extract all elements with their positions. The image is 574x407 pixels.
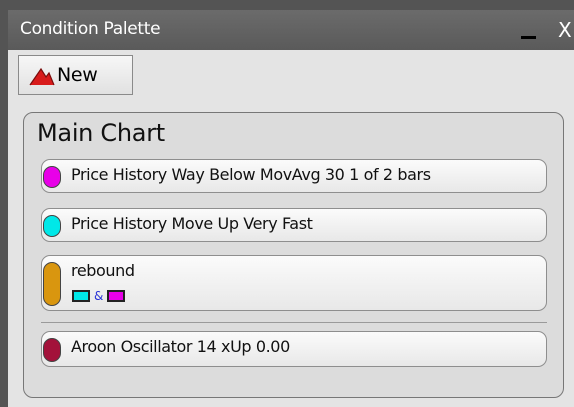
condition-label: Price History Move Up Very Fast xyxy=(71,214,313,233)
window-title: Condition Palette xyxy=(20,19,161,39)
condition-item[interactable]: Price History Way Below MovAvg 30 1 of 2… xyxy=(41,159,547,193)
combo-operator: & xyxy=(94,288,104,303)
combined-condition-indicator: & xyxy=(72,288,126,303)
condition-label: Price History Way Below MovAvg 30 1 of 2… xyxy=(71,165,431,184)
condition-item[interactable]: Price History Move Up Very Fast xyxy=(41,208,547,242)
palette-client-area: New Main Chart Price History Way Below M… xyxy=(8,50,574,407)
minimize-icon[interactable] xyxy=(521,36,536,39)
condition-label: rebound xyxy=(71,261,135,280)
condition-color-swatch xyxy=(43,215,61,237)
section-divider xyxy=(41,322,547,323)
combo-left-swatch xyxy=(72,289,90,302)
condition-label: Aroon Oscillator 14 xUp 0.00 xyxy=(71,337,290,356)
red-chart-peak-icon xyxy=(29,67,55,86)
toolbar: New xyxy=(8,50,574,103)
panel-title: Main Chart xyxy=(37,119,165,147)
close-button[interactable]: X xyxy=(558,18,572,42)
new-button-label: New xyxy=(57,64,98,86)
new-condition-button[interactable]: New xyxy=(18,55,133,95)
main-chart-panel: Main Chart Price History Way Below MovAv… xyxy=(23,112,564,398)
condition-color-swatch xyxy=(43,166,61,188)
condition-palette-window: Condition Palette X New Main Chart Price… xyxy=(0,0,574,407)
title-bar[interactable]: Condition Palette X xyxy=(8,10,574,50)
condition-item[interactable]: rebound & xyxy=(41,255,547,311)
condition-item[interactable]: Aroon Oscillator 14 xUp 0.00 xyxy=(41,331,547,367)
combo-right-swatch xyxy=(107,289,126,302)
condition-color-swatch xyxy=(43,262,61,306)
condition-color-swatch xyxy=(43,338,61,362)
